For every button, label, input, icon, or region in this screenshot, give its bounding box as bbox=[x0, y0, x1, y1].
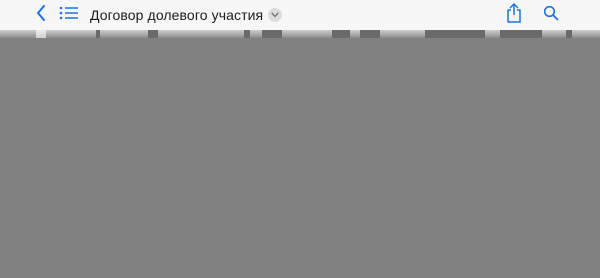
page-thumbnail-strip bbox=[0, 30, 600, 38]
document-title[interactable]: Договор долевого участия bbox=[90, 0, 283, 30]
toolbar: Договор долевого участия bbox=[0, 0, 600, 30]
back-button[interactable] bbox=[32, 0, 50, 30]
chevron-down-icon bbox=[268, 8, 283, 22]
search-button[interactable] bbox=[540, 0, 562, 30]
share-icon bbox=[506, 2, 522, 28]
document-page-area[interactable] bbox=[0, 30, 600, 278]
share-button[interactable] bbox=[502, 0, 526, 30]
back-chevron-icon bbox=[36, 4, 46, 26]
search-icon bbox=[543, 5, 559, 26]
document-title-text: Договор долевого участия bbox=[90, 7, 264, 23]
contents-list-button[interactable] bbox=[58, 0, 80, 30]
list-icon bbox=[59, 6, 79, 25]
